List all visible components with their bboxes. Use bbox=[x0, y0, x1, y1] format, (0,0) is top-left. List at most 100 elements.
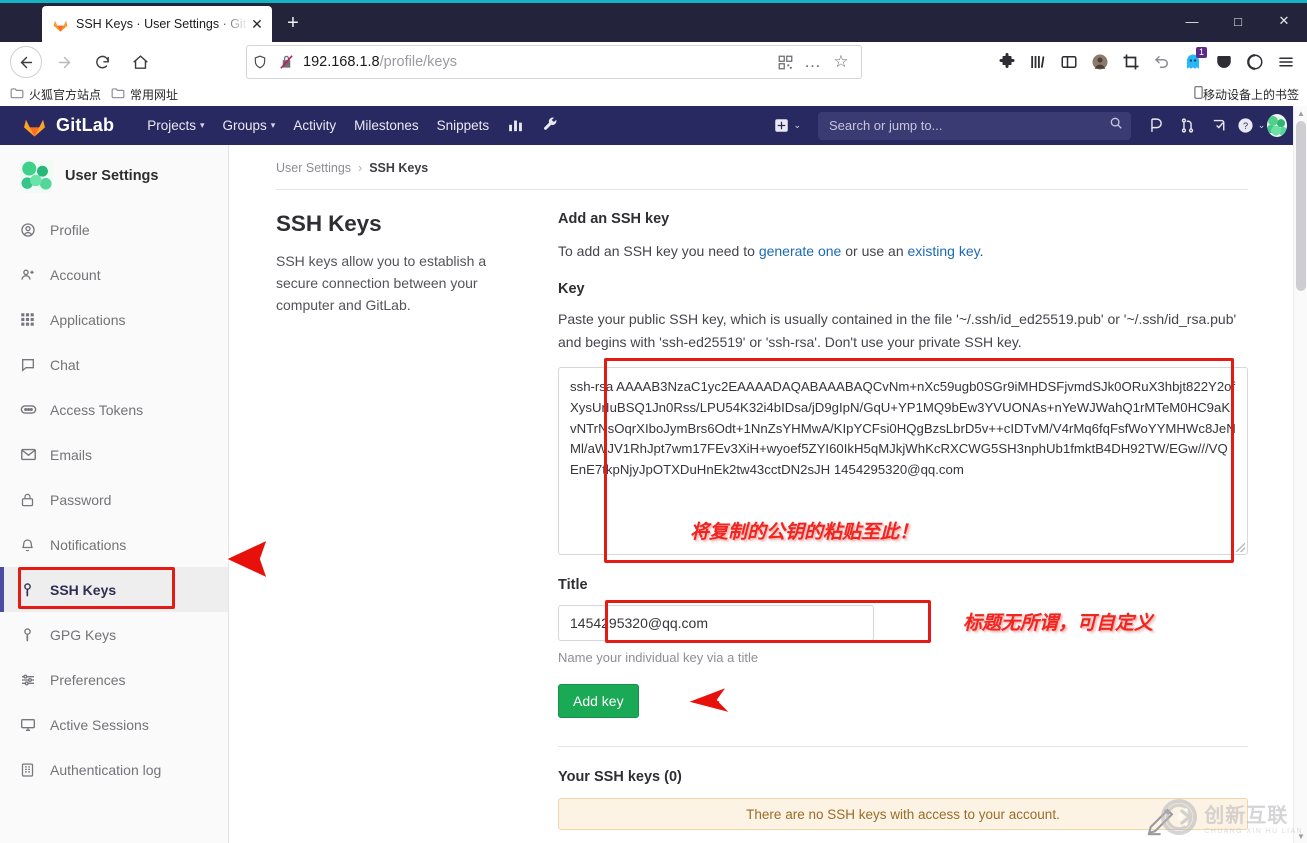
reload-icon[interactable] bbox=[86, 46, 118, 78]
sidebar-item-chat[interactable]: Chat bbox=[0, 342, 228, 387]
mobile-bookmarks-item[interactable]: 移动设备上的书签 bbox=[1194, 86, 1299, 103]
back-icon[interactable] bbox=[10, 46, 42, 78]
textarea-resize-handle[interactable] bbox=[1236, 543, 1245, 552]
title-is-free-note: 标题无所谓，可自定义 bbox=[963, 613, 1154, 634]
close-window-icon[interactable]: ✕ bbox=[1261, 0, 1307, 42]
applications-grid-icon bbox=[20, 312, 42, 327]
minimize-icon[interactable]: — bbox=[1169, 0, 1215, 42]
sidebar-item-notifications[interactable]: Notifications bbox=[0, 522, 228, 567]
maximize-icon[interactable]: □ bbox=[1215, 0, 1261, 42]
sidebar-item-active-sessions[interactable]: Active Sessions bbox=[0, 702, 228, 747]
scroll-up-arrow-icon[interactable]: ▲ bbox=[1294, 106, 1307, 120]
sidebar-item-account[interactable]: Account bbox=[0, 252, 228, 297]
undo-icon[interactable] bbox=[1146, 47, 1177, 78]
sidebar-item-access-tokens[interactable]: Access Tokens bbox=[0, 387, 228, 432]
help-question-icon[interactable]: ? ⌄ bbox=[1235, 111, 1267, 141]
form-intro-pre: To add an SSH key you need to bbox=[558, 243, 759, 259]
sidebar-item-profile[interactable]: Profile bbox=[0, 207, 228, 252]
title-field-label: Title bbox=[558, 577, 588, 593]
tab-close-icon[interactable]: ✕ bbox=[248, 15, 266, 33]
add-key-button[interactable]: Add key bbox=[558, 684, 639, 718]
page-description: SSH keys allow you to establish a secure… bbox=[276, 253, 487, 313]
sidebar-icon[interactable] bbox=[1053, 47, 1084, 78]
nav-projects[interactable]: Projects ▾ bbox=[138, 118, 213, 133]
address-bar-actions: … ☆ bbox=[771, 48, 861, 76]
watermark-title: 创新互联 bbox=[1204, 805, 1289, 827]
address-bar[interactable]: 192.168.1.8/profile/keys … ☆ bbox=[246, 45, 862, 79]
bookmark-item[interactable]: 火狐官方站点 bbox=[10, 86, 101, 103]
bookmarks-bar: 火狐官方站点 常用网址 移动设备上的书签 bbox=[0, 82, 1307, 106]
analytics-chart-icon[interactable] bbox=[498, 117, 533, 134]
folder-icon bbox=[10, 87, 24, 102]
sidebar-item-authentication-log[interactable]: Authentication log bbox=[0, 747, 228, 792]
issues-icon[interactable] bbox=[1139, 111, 1171, 141]
sidebar-item-label: Chat bbox=[50, 356, 80, 373]
gitlab-logo[interactable]: GitLab bbox=[22, 113, 114, 138]
qr-code-icon[interactable] bbox=[771, 48, 799, 76]
account-avatar-icon[interactable] bbox=[1084, 47, 1115, 78]
tab-title: SSH Keys · User Settings · Git bbox=[76, 17, 247, 31]
gitlab-top-nav: GitLab Projects ▾ Groups ▾ Activity Milest… bbox=[0, 106, 1307, 145]
wrench-admin-icon[interactable] bbox=[533, 117, 568, 134]
token-icon bbox=[20, 401, 42, 418]
scrollbar-thumb[interactable] bbox=[1296, 121, 1306, 291]
chat-bubble-icon bbox=[20, 357, 42, 373]
breadcrumb-current: SSH Keys bbox=[369, 161, 429, 175]
nav-snippets[interactable]: Snippets bbox=[428, 118, 499, 133]
ghost-privacy-icon[interactable]: 1 bbox=[1177, 46, 1208, 78]
sidebar-item-label: Emails bbox=[50, 446, 93, 463]
window-top-accent bbox=[0, 0, 1307, 3]
library-icon[interactable] bbox=[1022, 47, 1053, 78]
list-log-icon bbox=[20, 762, 42, 778]
nav-groups-label: Groups bbox=[222, 118, 267, 133]
watermark: 创新互联 CHUANG XIN HU LIAN bbox=[1161, 799, 1303, 835]
todos-icon[interactable] bbox=[1203, 111, 1235, 141]
key-icon bbox=[20, 627, 42, 643]
puzzle-extensions-icon[interactable] bbox=[991, 47, 1022, 78]
lock-disabled-icon[interactable] bbox=[273, 54, 299, 70]
browser-tab[interactable]: SSH Keys · User Settings · Git ✕ bbox=[42, 6, 272, 42]
nav-activity[interactable]: Activity bbox=[284, 118, 345, 133]
nav-milestones[interactable]: Milestones bbox=[345, 118, 428, 133]
screenshot-crop-icon[interactable] bbox=[1115, 47, 1146, 78]
pocket-icon[interactable] bbox=[1208, 47, 1239, 78]
sidebar-item-password[interactable]: Password bbox=[0, 477, 228, 522]
generate-one-link[interactable]: generate one bbox=[759, 243, 842, 259]
bookmark-item[interactable]: 常用网址 bbox=[111, 86, 178, 103]
merge-requests-icon[interactable] bbox=[1171, 111, 1203, 141]
sidebar-item-gpg-keys[interactable]: GPG Keys bbox=[0, 612, 228, 657]
folder-icon bbox=[111, 87, 125, 102]
nav-groups[interactable]: Groups ▾ bbox=[214, 118, 285, 133]
sidebar-item-emails[interactable]: Emails bbox=[0, 432, 228, 477]
shield-tracking-icon[interactable] bbox=[247, 54, 273, 70]
title-input[interactable]: 1454295320@qq.com bbox=[558, 605, 874, 641]
sidebar-item-label: Password bbox=[50, 491, 112, 508]
bookmark-star-icon[interactable]: ☆ bbox=[827, 48, 855, 76]
sidebar-item-preferences[interactable]: Preferences bbox=[0, 657, 228, 702]
sidebar-item-ssh-keys[interactable]: SSH Keys bbox=[0, 567, 228, 612]
sidebar-item-label: Active Sessions bbox=[50, 716, 149, 733]
home-icon[interactable] bbox=[124, 46, 156, 78]
page-actions-more-icon[interactable]: … bbox=[799, 48, 827, 76]
hamburger-menu-icon[interactable] bbox=[1270, 47, 1301, 78]
settings-sidebar: User Settings Profile Account Applicatio… bbox=[0, 145, 229, 843]
page-scrollbar[interactable]: ▲ ▼ bbox=[1293, 106, 1307, 843]
url-path: /profile/keys bbox=[379, 54, 457, 70]
new-item-button[interactable]: ⌄ bbox=[765, 118, 810, 133]
account-icon bbox=[20, 267, 42, 283]
search-icon[interactable] bbox=[1109, 116, 1123, 135]
breadcrumb-parent[interactable]: User Settings bbox=[276, 161, 351, 175]
sync-icon[interactable] bbox=[1239, 47, 1270, 78]
forward-icon[interactable] bbox=[48, 46, 80, 78]
new-tab-button[interactable]: + bbox=[280, 11, 306, 37]
avatar bbox=[1267, 114, 1288, 137]
existing-key-link[interactable]: existing key bbox=[908, 243, 980, 259]
search-input[interactable]: Search or jump to... bbox=[818, 111, 1131, 140]
bell-icon bbox=[20, 537, 42, 553]
url-text[interactable]: 192.168.1.8/profile/keys bbox=[299, 54, 771, 70]
sidebar-item-applications[interactable]: Applications bbox=[0, 297, 228, 342]
sliders-icon bbox=[20, 672, 42, 688]
form-intro-mid: or use an bbox=[841, 243, 908, 259]
profile-icon bbox=[20, 222, 42, 238]
chevron-down-icon: ▾ bbox=[270, 120, 276, 130]
